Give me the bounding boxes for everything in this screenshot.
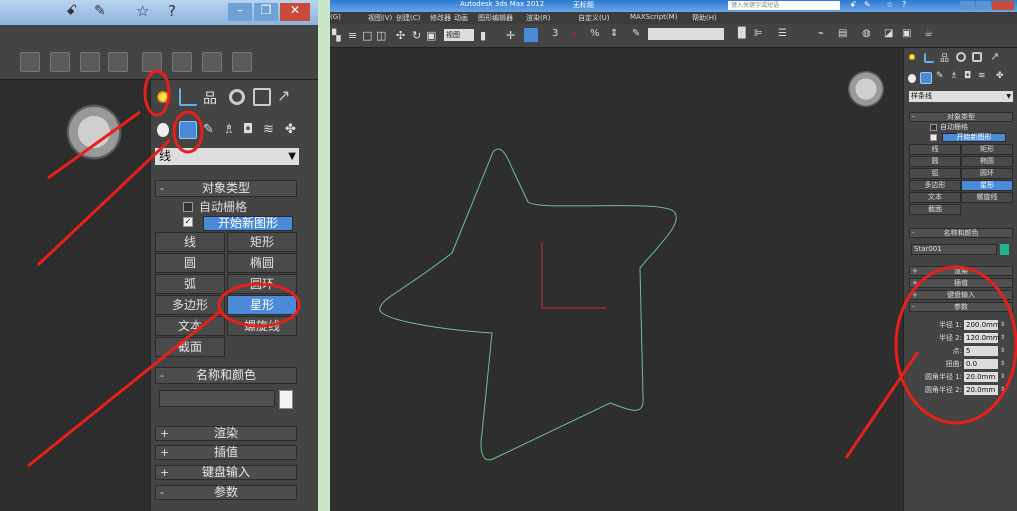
annotation-arrow-params (844, 351, 920, 459)
annotation-circle-create-tab (143, 69, 171, 117)
annotation-circle-parameters (894, 265, 1017, 425)
zoomed-command-panel-view: ꗃ ✎ ☆ ? – ❐ ✕ 品 ↗ ✎ ♗ ◘ ≋ ✤ 线 ▼ - 对象类型 自… (0, 0, 330, 511)
annotation-arrow-3 (27, 308, 223, 468)
app-window: Autodesk 3ds Max 2012 无标题 键入关键字或短语 ꗃ ✎ ☆… (330, 0, 1017, 511)
annotation-arrow-1 (47, 110, 141, 180)
annotation-overlay (27, 69, 301, 468)
annotation-arrow-2 (36, 138, 172, 267)
annotation-overlay (844, 265, 1017, 459)
annotation-circle-shapes-subtab (172, 110, 204, 154)
annotation-circle-star-button (217, 282, 301, 328)
